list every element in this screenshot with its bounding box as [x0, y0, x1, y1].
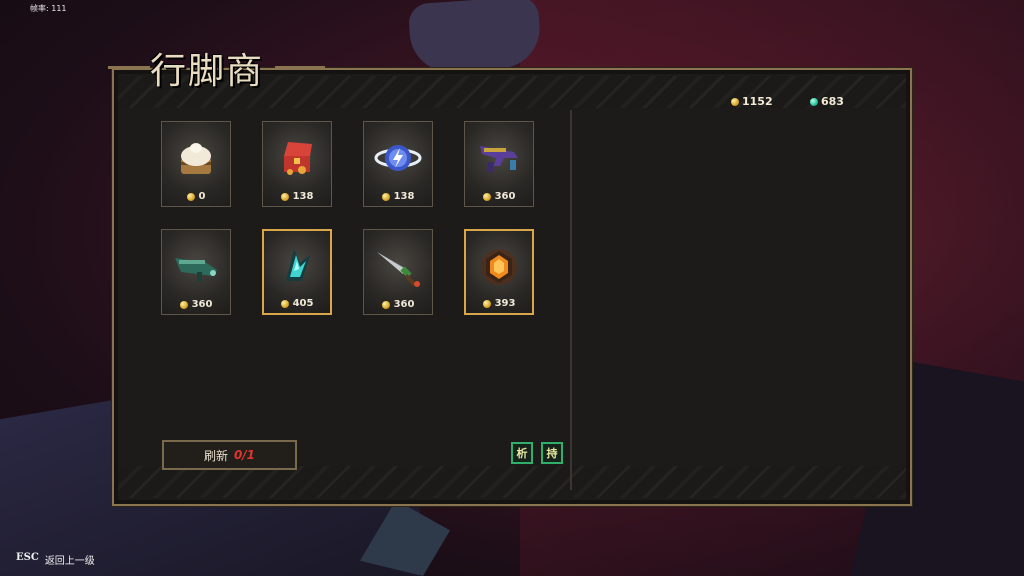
price-value: 360 — [191, 299, 213, 310]
gold-amount: 1152 — [742, 95, 773, 108]
amber-gem-icon — [481, 249, 517, 285]
refresh-count: 0/1 — [233, 448, 256, 462]
shop-item-green-cannon[interactable]: 360 — [161, 229, 231, 315]
back-label: 返回上一级 — [44, 556, 95, 567]
price-value: 405 — [292, 298, 314, 309]
item-price: 360 — [465, 191, 533, 202]
price-value: 393 — [494, 298, 516, 309]
shop-title: 行脚商 — [150, 51, 265, 92]
hold-button[interactable]: 持 — [541, 442, 563, 464]
price-value: 138 — [292, 191, 314, 202]
gem-icon — [810, 97, 818, 106]
item-price: 0 — [162, 191, 230, 202]
panel-divider — [570, 110, 572, 490]
gold-coin-icon — [280, 299, 289, 308]
refresh-button[interactable]: 刷新 0/1 — [162, 440, 297, 470]
price-value: 0 — [198, 191, 206, 202]
price-value: 360 — [494, 191, 516, 202]
item-price: 360 — [162, 299, 230, 310]
item-price: 393 — [466, 298, 532, 309]
price-value: 138 — [393, 191, 415, 202]
gold-coin-icon — [482, 192, 491, 201]
gold-display: 1152 — [731, 95, 773, 108]
cyan-claw-icon — [286, 249, 310, 281]
lightning-orb-icon — [374, 145, 422, 171]
gold-coin-icon — [381, 192, 390, 201]
green-cannon-icon — [175, 258, 217, 282]
gold-coin-icon — [731, 97, 739, 106]
gem-display: 683 — [810, 95, 844, 108]
item-price: 138 — [364, 191, 432, 202]
shop-item-dagger[interactable]: 360 — [363, 229, 433, 315]
item-price: 405 — [264, 298, 330, 309]
shop-item-treasure-chest[interactable]: 138 — [262, 121, 332, 207]
sell-button[interactable]: 析 — [511, 442, 533, 464]
gold-coin-icon — [179, 300, 188, 309]
back-hint[interactable]: ESC 返回上一级 — [16, 552, 95, 567]
title-decoration-right — [275, 66, 325, 69]
title-decoration-left — [108, 66, 150, 69]
gold-coin-icon — [280, 192, 289, 201]
gold-coin-icon — [482, 299, 491, 308]
steamed-bun-icon — [181, 143, 211, 174]
purple-gun-icon — [480, 146, 518, 172]
shop-item-lightning-orb[interactable]: 138 — [363, 121, 433, 207]
gold-coin-icon — [381, 300, 390, 309]
shop-item-steamed-bun[interactable]: 0 — [161, 121, 231, 207]
fps-counter: 帧率: 111 — [30, 4, 67, 13]
item-price: 138 — [263, 191, 331, 202]
treasure-chest-icon — [284, 142, 312, 175]
gem-amount: 683 — [821, 95, 844, 108]
esc-key-label: ESC — [16, 552, 39, 563]
shop-item-amber-gem[interactable]: 393 — [464, 229, 534, 315]
panel-border-pattern-bottom — [118, 466, 906, 498]
price-value: 360 — [393, 299, 415, 310]
shop-item-purple-gun[interactable]: 360 — [464, 121, 534, 207]
shop-item-cyan-claw[interactable]: 405 — [262, 229, 332, 315]
refresh-label: 刷新 — [203, 448, 228, 463]
dagger-icon — [377, 252, 420, 287]
gold-coin-icon — [186, 192, 195, 201]
item-price: 360 — [364, 299, 432, 310]
